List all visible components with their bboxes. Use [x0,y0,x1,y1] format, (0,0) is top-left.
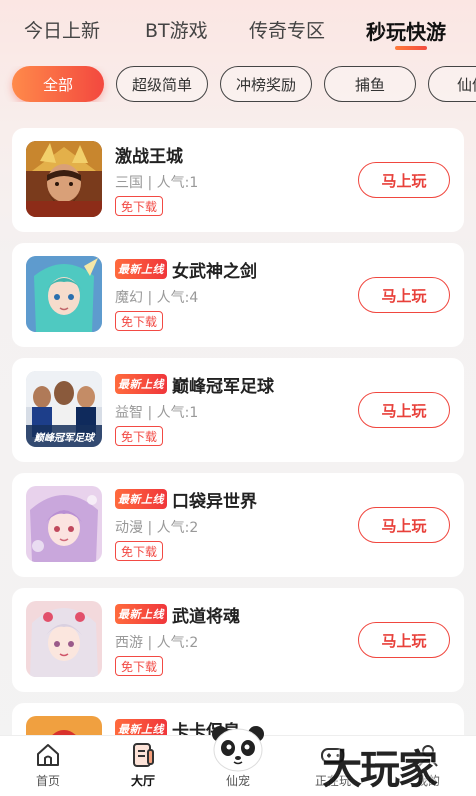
game-meta: 西游 | 人气:2 [115,635,199,651]
game-title: 巅峰冠军足球 [172,377,274,397]
game-title: 口袋异世界 [172,492,257,512]
no-download-tag: 免下载 [115,426,164,446]
chip-all[interactable]: 全部 [12,66,104,102]
thumbnail-logo-text: 巅峰冠军足球 [33,432,96,444]
game-card[interactable]: 最新上线 女武神之剑 魔幻 | 人气:4 免下载 马上玩 [12,243,464,347]
hall-icon [133,743,154,767]
tab-instant-play[interactable]: 秒玩快游 [366,16,446,45]
chip-fishing[interactable]: 捕鱼 [324,66,416,102]
game-thumbnail-wudao [26,601,102,677]
watermark-logo: 大玩家 [322,746,438,793]
game-thumbnail-warrior [26,141,102,217]
game-card[interactable]: 最新上线 武道将魂 西游 | 人气:2 免下载 马上玩 [12,588,464,692]
game-title: 武道将魂 [172,607,240,627]
game-thumbnail-valkyrie [26,256,102,332]
tab-today-new[interactable]: 今日上新 [24,16,100,43]
nav-label: 大厅 [130,774,155,788]
play-now-button[interactable]: 马上玩 [358,622,450,658]
play-now-button[interactable]: 马上玩 [358,507,450,543]
no-download-tag: 免下载 [115,196,164,216]
new-release-badge: 最新上线 [115,374,167,394]
category-chips: 全部 超级简单 冲榜奖励 捕鱼 仙侠 [0,66,476,102]
game-card[interactable]: 最新上线 口袋异世界 动漫 | 人气:2 免下载 马上玩 [12,473,464,577]
nav-label: 仙宠 [225,774,250,788]
game-card[interactable]: 巅峰冠军足球 最新上线 巅峰冠军足球 益智 | 人气:1 免下载 马上玩 [12,358,464,462]
new-release-badge: 最新上线 [115,604,167,624]
nav-label: 首页 [35,774,60,788]
game-card[interactable]: 激战王城 三国 | 人气:1 免下载 马上玩 [12,128,464,232]
active-tab-indicator [395,46,427,50]
chip-super-easy[interactable]: 超级简单 [116,66,208,102]
game-meta: 魔幻 | 人气:4 [115,290,199,306]
game-title: 女武神之剑 [172,262,257,282]
no-download-tag: 免下载 [115,311,164,331]
tab-bt-games[interactable]: BT游戏 [145,16,208,43]
home-icon [37,744,59,766]
nav-home[interactable]: 首页 [13,736,83,796]
game-meta: 益智 | 人气:1 [115,405,199,421]
panda-pet-icon[interactable] [208,722,268,774]
play-now-button[interactable]: 马上玩 [358,277,450,313]
game-title: 激战王城 [115,147,183,167]
game-thumbnail-pocket-world [26,486,102,562]
no-download-tag: 免下载 [115,656,164,676]
new-release-badge: 最新上线 [115,259,167,279]
tab-legend-zone[interactable]: 传奇专区 [249,16,325,43]
play-now-button[interactable]: 马上玩 [358,162,450,198]
new-release-badge: 最新上线 [115,489,167,509]
nav-hall[interactable]: 大厅 [108,736,178,796]
top-tabs: 今日上新 BT游戏 传奇专区 秒玩快游 [0,0,476,56]
play-now-button[interactable]: 马上玩 [358,392,450,428]
no-download-tag: 免下载 [115,541,164,561]
chip-xianxia[interactable]: 仙侠 [428,66,476,102]
game-meta: 动漫 | 人气:2 [115,520,199,536]
game-thumbnail-football: 巅峰冠军足球 [26,371,102,447]
game-meta: 三国 | 人气:1 [115,175,199,191]
chip-rank-reward[interactable]: 冲榜奖励 [220,66,312,102]
